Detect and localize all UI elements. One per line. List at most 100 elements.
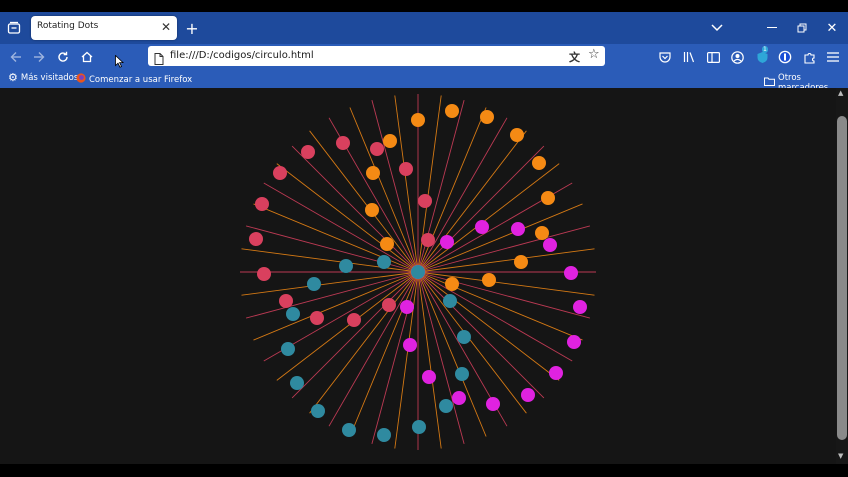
dot — [445, 104, 459, 118]
tab-title: Rotating Dots — [37, 21, 99, 31]
list-tabs-chevron-icon[interactable] — [709, 20, 725, 36]
password-manager-icon[interactable] — [777, 49, 793, 65]
address-bar[interactable]: file:///D:/codigos/circulo.html 文 ☆ — [148, 46, 605, 66]
dot — [445, 277, 459, 291]
dot — [480, 110, 494, 124]
library-icon[interactable] — [681, 49, 697, 65]
restore-icon[interactable] — [794, 20, 810, 36]
back-arrow-icon[interactable] — [8, 49, 24, 65]
account-icon[interactable] — [729, 49, 745, 65]
forward-arrow-icon[interactable] — [31, 49, 47, 65]
ray-line — [417, 145, 545, 273]
bookmark-star-icon[interactable]: ☆ — [588, 47, 600, 62]
bookmark-getting-started[interactable]: Comenzar a usar Firefox — [76, 73, 192, 86]
tab-close-icon[interactable]: ✕ — [161, 19, 171, 35]
pocket-icon[interactable] — [657, 49, 673, 65]
extensions-puzzle-icon[interactable] — [801, 49, 817, 65]
active-tab[interactable]: Rotating Dots ✕ — [31, 16, 177, 40]
dot — [399, 162, 413, 176]
dot — [273, 166, 287, 180]
dot — [366, 166, 380, 180]
dot — [301, 145, 315, 159]
dot — [403, 338, 417, 352]
tab-overview-icon[interactable] — [6, 20, 22, 36]
scroll-up-icon[interactable]: ▲ — [838, 89, 843, 97]
ray-line — [245, 225, 419, 273]
dot — [457, 330, 471, 344]
sidebar-icon[interactable] — [705, 49, 721, 65]
dot — [365, 203, 379, 217]
dot — [511, 222, 525, 236]
tab-bar: Rotating Dots ✕ + ✕ — [0, 12, 848, 44]
dot — [532, 156, 546, 170]
dot — [440, 235, 454, 249]
ray-line — [417, 271, 545, 399]
dot — [411, 113, 425, 127]
ray-line — [263, 182, 419, 273]
dot — [411, 265, 425, 279]
dot — [443, 294, 457, 308]
dot — [514, 255, 528, 269]
ray-line — [417, 271, 465, 445]
bookmark-label: Más visitados — [20, 73, 79, 83]
dot — [339, 259, 353, 273]
dot — [573, 300, 587, 314]
dot — [482, 273, 496, 287]
dot — [279, 294, 293, 308]
home-icon[interactable] — [79, 49, 95, 65]
mouse-cursor-icon — [114, 54, 124, 68]
dot — [383, 134, 397, 148]
dot — [541, 191, 555, 205]
ray-line — [291, 145, 419, 273]
vertical-scrollbar[interactable]: ▲ ▼ — [836, 88, 848, 464]
dot — [281, 342, 295, 356]
ray-line — [371, 99, 419, 273]
dot — [439, 399, 453, 413]
close-window-icon[interactable]: ✕ — [824, 20, 840, 36]
dot — [452, 391, 466, 405]
ray-line — [291, 271, 419, 399]
reload-icon[interactable] — [55, 49, 71, 65]
dot — [455, 367, 469, 381]
dot — [418, 194, 432, 208]
ray-line — [349, 271, 419, 437]
ray-line — [417, 117, 508, 273]
dot — [422, 370, 436, 384]
minimize-icon[interactable] — [764, 20, 780, 36]
dot — [307, 277, 321, 291]
dot — [543, 238, 557, 252]
bookmark-label: Comenzar a usar Firefox — [89, 74, 193, 85]
navigation-toolbar: file:///D:/codigos/circulo.html 文 ☆ 1 — [0, 44, 848, 70]
dot — [347, 313, 361, 327]
dot — [400, 300, 414, 314]
dot — [382, 298, 396, 312]
dot — [510, 128, 524, 142]
ray-line — [417, 271, 573, 362]
dot — [549, 366, 563, 380]
dot — [564, 266, 578, 280]
dot — [535, 226, 549, 240]
page-icon — [154, 50, 164, 69]
extension-shield-icon[interactable]: 1 — [753, 46, 771, 66]
dot — [421, 233, 435, 247]
dot — [377, 428, 391, 442]
dot — [475, 220, 489, 234]
ray-line — [417, 271, 583, 341]
scroll-down-icon[interactable]: ▼ — [838, 452, 843, 460]
bottom-strip — [0, 464, 848, 477]
translate-icon[interactable]: 文 — [569, 49, 580, 65]
ray-line — [253, 203, 419, 273]
dot — [521, 388, 535, 402]
hamburger-menu-icon[interactable] — [825, 49, 841, 65]
dot — [377, 255, 391, 269]
new-tab-icon[interactable]: + — [184, 19, 200, 38]
dot — [257, 267, 271, 281]
scrollbar-thumb[interactable] — [837, 116, 847, 440]
gear-icon: ⚙ — [8, 71, 18, 84]
dot — [255, 197, 269, 211]
dot — [412, 420, 426, 434]
dot — [486, 397, 500, 411]
dot — [311, 404, 325, 418]
bookmark-most-visited[interactable]: ⚙ Más visitados — [8, 71, 79, 84]
dot — [286, 307, 300, 321]
